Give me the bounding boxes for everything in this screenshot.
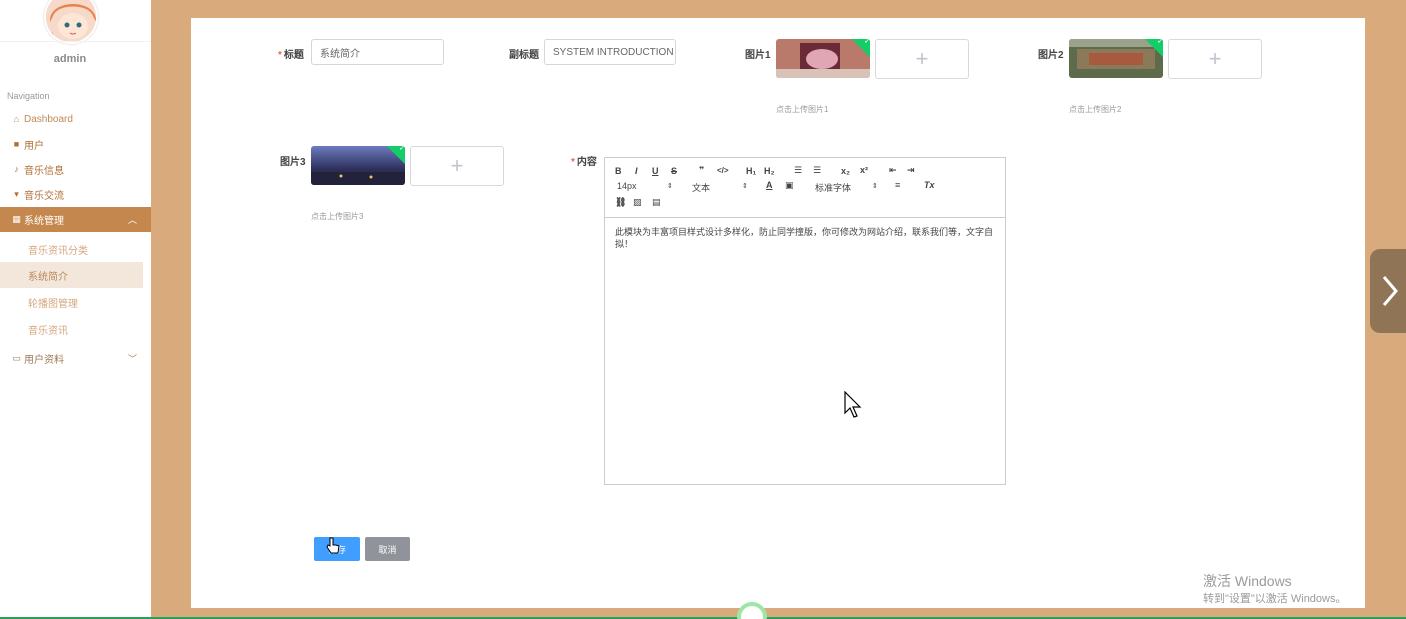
sidebar-item-users[interactable]: ■ 用户 — [0, 132, 151, 156]
header-select-value: 文本 — [692, 183, 711, 193]
image3-upload-button[interactable]: + — [410, 146, 504, 186]
avatar-image — [46, 0, 96, 42]
sidebar-item-label: 音乐交流 — [24, 190, 64, 202]
subtitle-input[interactable]: SYSTEM INTRODUCTION — [544, 39, 676, 65]
sidebar-subitem-music-news[interactable]: 音乐资讯 — [0, 316, 143, 342]
image1-preview — [776, 39, 870, 78]
title-label: * 标题 — [278, 50, 304, 61]
image2-upload-button[interactable]: + — [1168, 39, 1262, 79]
size-select-value: 14px — [617, 181, 637, 191]
h1-button[interactable]: H₁ — [746, 166, 756, 176]
image2-preview — [1069, 39, 1163, 78]
sidebar-item-dashboard[interactable]: ⌂ Dashboard — [0, 107, 151, 131]
indent-decrease-icon[interactable]: ⇤ — [889, 165, 897, 176]
subtitle-label: 副标题 — [509, 50, 539, 61]
image1-thumbnail[interactable]: ✓ — [776, 39, 870, 78]
activation-watermark-title: 激活 Windows — [1203, 573, 1292, 589]
font-select[interactable]: 标准字体 ⇕ — [815, 181, 879, 194]
grid-icon: ▦ — [12, 214, 21, 224]
image3-thumbnail[interactable]: ✓ — [311, 146, 405, 185]
chevron-up-icon: ︿ — [127, 215, 137, 225]
image2-hint: 点击上传图片2 — [1069, 105, 1122, 114]
check-icon: ✓ — [398, 146, 405, 153]
bullet-list-icon[interactable]: ☰ — [813, 165, 821, 176]
bold-button[interactable]: B — [615, 166, 622, 176]
underline-button[interactable]: U — [652, 166, 659, 176]
music-icon: ♪ — [14, 164, 19, 174]
image2-thumbnail[interactable]: ✓ — [1069, 39, 1163, 78]
title-input[interactable]: 系统简介 — [311, 39, 444, 65]
home-icon: ⌂ — [13, 114, 20, 124]
sidebar-subitem-carousel[interactable]: 轮播图管理 — [0, 289, 143, 315]
sidebar-item-music-info[interactable]: ♪ 音乐信息 — [0, 157, 151, 181]
strike-button[interactable]: S — [671, 166, 677, 176]
image2-label: 图片2 — [1038, 50, 1064, 61]
image3-label: 图片3 — [280, 157, 306, 168]
cancel-button[interactable]: 取消 — [365, 537, 410, 561]
indent-increase-icon[interactable]: ⇥ — [907, 165, 915, 176]
image3-preview — [311, 146, 405, 185]
editor-content[interactable]: 此模块为丰富项目样式设计多样化，防止同学撞版，你可修改为网站介绍，联系我们等，文… — [605, 218, 1005, 258]
check-icon: ✓ — [1156, 39, 1163, 46]
subscript-button[interactable]: x₂ — [841, 166, 850, 176]
select-arrows-icon: ⇕ — [742, 183, 748, 190]
select-arrows-icon: ⇕ — [667, 183, 673, 190]
hand-cursor-icon — [326, 537, 340, 554]
background-color-icon[interactable]: ▣ — [785, 180, 794, 191]
sidebar-subitem-label: 音乐资讯分类 — [28, 245, 88, 257]
rich-text-editor[interactable]: B I U S ❞ </> H₁ H₂ ☰ ☰ x₂ x² ⇤ ⇥ 14px ⇕… — [604, 157, 1006, 485]
sidebar-divider — [0, 41, 151, 42]
check-icon: ✓ — [863, 39, 870, 46]
sidebar-subitem-label: 系统简介 — [28, 271, 68, 283]
sidebar: admin Navigation ⌂ Dashboard ■ 用户 ♪ 音乐信息… — [0, 0, 151, 619]
content-label: * 内容 — [571, 157, 597, 168]
sidebar-item-label: Dashboard — [24, 113, 73, 125]
sidebar-item-label: 系统管理 — [24, 216, 64, 227]
sidebar-item-user-profile[interactable]: ▭ 用户资料 ﹀ — [0, 346, 151, 370]
username: admin — [53, 53, 87, 65]
avatar[interactable] — [44, 0, 98, 44]
image-icon[interactable]: ▨ — [633, 197, 642, 208]
superscript-button[interactable]: x² — [860, 165, 868, 175]
chevron-right-icon — [1382, 276, 1398, 306]
italic-button[interactable]: I — [635, 166, 638, 176]
blockquote-button[interactable]: ❞ — [699, 165, 704, 176]
clean-format-button[interactable]: Tx — [924, 180, 935, 190]
ordered-list-icon[interactable]: ☰ — [794, 165, 802, 176]
video-icon[interactable]: ▤ — [652, 197, 661, 208]
users-icon: ■ — [13, 139, 20, 149]
image1-hint: 点击上传图片1 — [776, 105, 829, 114]
sidebar-item-label: 音乐信息 — [24, 165, 64, 177]
select-arrows-icon: ⇕ — [872, 183, 878, 190]
chat-icon: ▾ — [14, 188, 19, 199]
chevron-down-icon: ﹀ — [127, 353, 137, 364]
sidebar-subitem-system-intro[interactable]: 系统简介 — [0, 262, 143, 288]
sidebar-item-system[interactable]: ▦ 系统管理 ︿ — [0, 207, 151, 232]
editor-toolbar: B I U S ❞ </> H₁ H₂ ☰ ☰ x₂ x² ⇤ ⇥ 14px ⇕… — [605, 158, 1005, 218]
form-card: * 标题 系统简介 副标题 SYSTEM INTRODUCTION 图片1 ✓ +… — [191, 18, 1365, 608]
image1-label: 图片1 — [745, 50, 771, 61]
next-panel-button[interactable] — [1370, 249, 1406, 333]
code-button[interactable]: </> — [717, 166, 729, 175]
sidebar-subitem-music-news-category[interactable]: 音乐资讯分类 — [0, 236, 143, 262]
sidebar-subitem-label: 音乐资讯 — [28, 325, 68, 337]
sidebar-item-music-chat[interactable]: ▾ 音乐交流 — [0, 182, 151, 206]
h2-button[interactable]: H₂ — [764, 166, 775, 176]
size-select[interactable]: 14px ⇕ — [617, 181, 675, 191]
link-icon[interactable]: ⛓ — [615, 197, 626, 208]
align-icon[interactable]: ≡ — [895, 180, 900, 190]
activation-watermark-subtitle: 转到"设置"以激活 Windows。 — [1203, 593, 1347, 605]
mouse-pointer-icon — [844, 391, 862, 418]
sidebar-item-label: 用户资料 — [24, 354, 64, 366]
font-select-value: 标准字体 — [815, 183, 852, 193]
nav-heading: Navigation — [7, 91, 50, 101]
font-color-icon[interactable]: A — [766, 180, 773, 190]
sidebar-item-label: 用户 — [24, 140, 44, 152]
image3-hint: 点击上传图片3 — [311, 212, 364, 221]
image1-upload-button[interactable]: + — [875, 39, 969, 79]
sidebar-subitem-label: 轮播图管理 — [28, 298, 78, 310]
folder-icon: ▭ — [12, 352, 21, 363]
header-select[interactable]: 文本 ⇕ — [692, 181, 750, 194]
